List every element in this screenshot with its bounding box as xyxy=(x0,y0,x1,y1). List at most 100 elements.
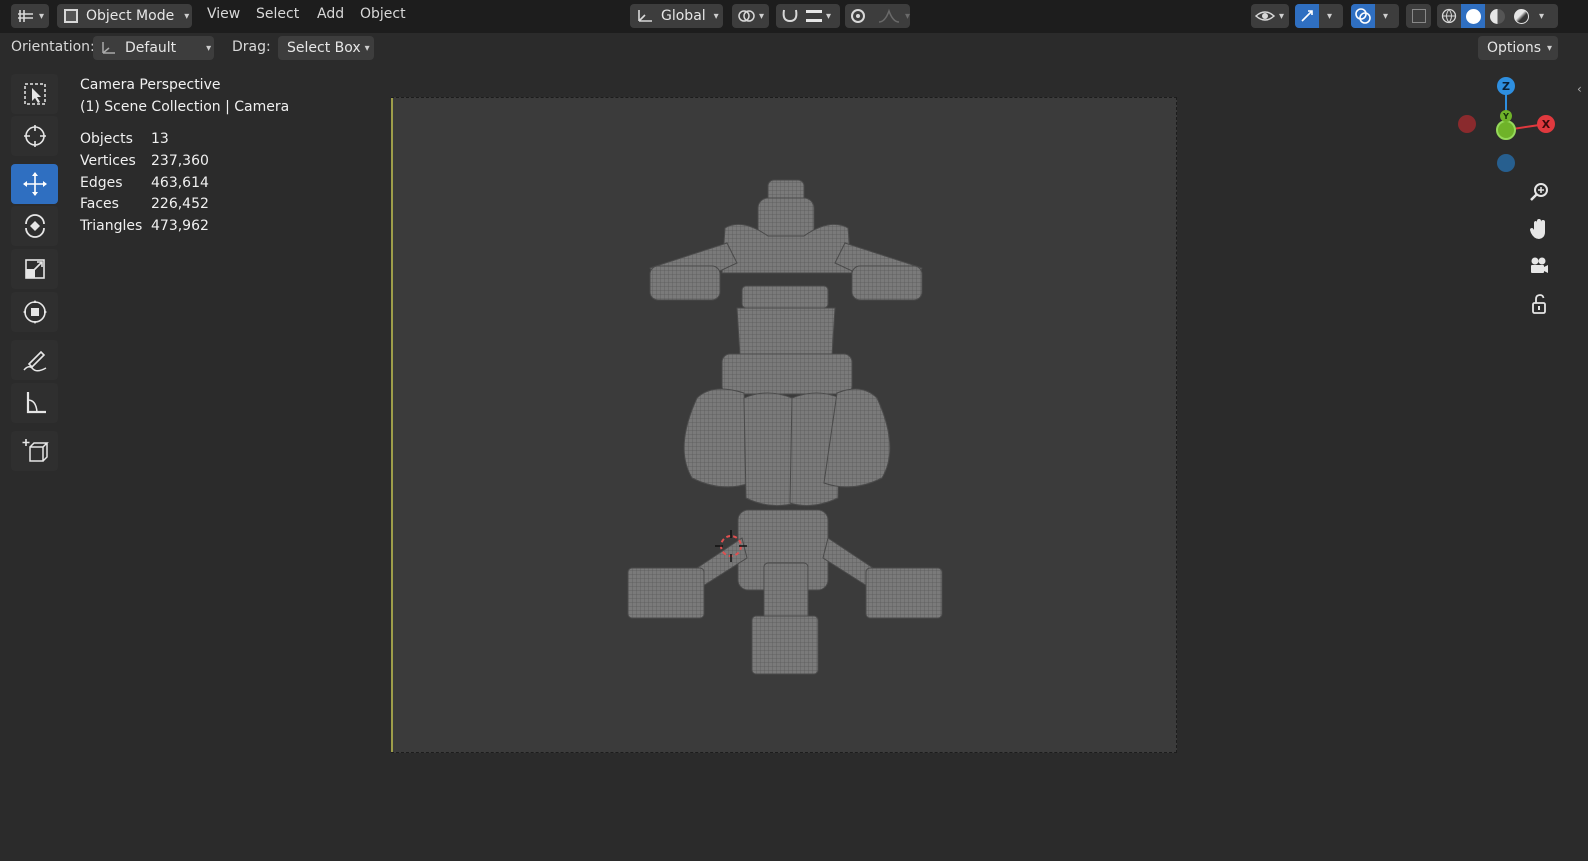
lock-camera-button[interactable] xyxy=(1523,288,1555,320)
drag-field-label: Drag: xyxy=(232,39,271,55)
hand-icon xyxy=(1530,219,1545,239)
object-mode-icon xyxy=(64,9,78,23)
chevron-down-icon[interactable]: ▾ xyxy=(1539,11,1544,22)
stat-label: Vertices xyxy=(80,152,136,169)
lock-icon xyxy=(1532,294,1546,314)
menu-object[interactable]: Object xyxy=(360,6,406,22)
orientation-value: Default xyxy=(125,40,177,56)
snap-target-icon[interactable] xyxy=(806,10,822,22)
shading-mode-group: ▾ xyxy=(1437,4,1558,28)
chevron-down-icon: ▾ xyxy=(1547,42,1553,54)
gizmo-toggle-icon[interactable] xyxy=(1295,4,1319,28)
chevron-down-icon[interactable]: ▾ xyxy=(905,11,910,22)
scale-icon xyxy=(24,259,45,279)
stat-value: 226,452 xyxy=(151,196,209,213)
rendered-shading-icon[interactable] xyxy=(1509,4,1533,28)
chevron-down-icon[interactable]: ▾ xyxy=(1327,11,1332,22)
options-dropdown[interactable]: Options ▾ xyxy=(1478,36,1558,60)
proportional-editing-group: ▾ xyxy=(845,4,910,28)
viewport-header: ▾ Object Mode ▾ View Select Add Object G… xyxy=(0,0,1588,33)
y-axis-label: Y xyxy=(1502,112,1509,121)
stat-value: 237,360 xyxy=(151,152,209,169)
solid-shading-icon[interactable] xyxy=(1461,4,1485,28)
robot-model[interactable] xyxy=(392,98,1178,754)
chevron-down-icon: ▾ xyxy=(713,10,719,22)
mode-selector[interactable]: Object Mode ▾ xyxy=(57,4,192,28)
snapping-group: ▾ xyxy=(776,4,840,28)
zoom-icon xyxy=(1530,183,1548,201)
mode-label: Object Mode xyxy=(86,8,175,24)
stat-label: Edges xyxy=(80,174,123,191)
eye-icon xyxy=(1255,11,1275,21)
chevron-down-icon[interactable]: ▾ xyxy=(1383,11,1388,22)
xray-toggle[interactable] xyxy=(1406,4,1431,28)
editor-type-button[interactable]: ▾ xyxy=(11,4,49,28)
pivot-icon xyxy=(738,10,755,22)
stat-value: 463,614 xyxy=(151,174,209,191)
proportional-editing-icon[interactable] xyxy=(851,9,865,23)
navigation-gizmo[interactable]: Z Y X xyxy=(1450,72,1560,182)
x-axis-label: X xyxy=(1542,118,1551,131)
stat-value: 473,962 xyxy=(151,218,209,235)
stat-value: 13 xyxy=(151,131,169,147)
transform-orientation-selector[interactable]: Global ▾ xyxy=(630,4,723,28)
orientation-axes-icon xyxy=(102,42,115,54)
chevron-down-icon: ▾ xyxy=(1279,10,1285,22)
zoom-button[interactable] xyxy=(1523,176,1555,208)
pencil-icon xyxy=(22,350,46,372)
camera-frame[interactable] xyxy=(391,97,1177,753)
chevron-down-icon: ▾ xyxy=(759,10,765,22)
editor-type-icon xyxy=(18,10,33,22)
select-box-tool[interactable] xyxy=(11,74,58,114)
cursor-icon xyxy=(23,125,46,147)
view-name: Camera Perspective xyxy=(80,77,221,93)
xray-icon xyxy=(1411,9,1426,23)
tool-settings-bar: Orientation: Default ▾ Drag: Select Box … xyxy=(0,33,1588,64)
menu-add[interactable]: Add xyxy=(317,6,344,22)
stat-row: Vertices 237,360 xyxy=(80,151,209,173)
chevron-down-icon[interactable]: ▾ xyxy=(826,11,831,22)
sidebar-toggle-icon[interactable]: ‹ xyxy=(1577,82,1582,96)
add-cube-icon xyxy=(22,439,49,462)
menu-view[interactable]: View xyxy=(207,6,240,22)
select-box-icon xyxy=(23,83,46,105)
stat-row: Triangles 473,962 xyxy=(80,216,209,238)
orientation-dropdown[interactable]: Default ▾ xyxy=(93,36,214,60)
visibility-selector[interactable]: ▾ xyxy=(1251,4,1289,28)
rotate-icon xyxy=(24,214,45,238)
chevron-down-icon: ▾ xyxy=(364,42,370,54)
camera-view-button[interactable] xyxy=(1523,250,1555,282)
rotate-tool[interactable] xyxy=(11,206,58,246)
collection-path: (1) Scene Collection | Camera xyxy=(80,99,290,115)
orientation-axes-icon xyxy=(638,10,652,22)
options-label: Options xyxy=(1487,40,1542,56)
wireframe-shading-icon[interactable] xyxy=(1437,4,1461,28)
add-cube-tool[interactable] xyxy=(11,431,58,471)
camera-icon xyxy=(1531,257,1548,273)
menu-select[interactable]: Select xyxy=(256,6,299,22)
neg-y-axis-handle[interactable] xyxy=(1496,120,1516,140)
drag-value: Select Box xyxy=(287,40,361,56)
z-axis-label: Z xyxy=(1502,80,1510,93)
drag-dropdown[interactable]: Select Box ▾ xyxy=(278,36,374,60)
pivot-point-selector[interactable]: ▾ xyxy=(732,4,769,28)
transform-icon xyxy=(22,300,47,324)
neg-z-axis-handle[interactable] xyxy=(1497,154,1515,172)
chevron-down-icon: ▾ xyxy=(206,42,212,54)
move-tool[interactable] xyxy=(11,164,58,204)
measure-tool[interactable] xyxy=(11,383,58,423)
overlays-icon[interactable] xyxy=(1351,4,1375,28)
scale-tool[interactable] xyxy=(11,249,58,289)
overlays-toggle-group: ▾ xyxy=(1351,4,1399,28)
material-shading-icon[interactable] xyxy=(1485,4,1509,28)
ruler-icon xyxy=(26,392,46,414)
annotate-tool[interactable] xyxy=(11,340,58,380)
cursor-tool[interactable] xyxy=(11,116,58,156)
orientation-field-label: Orientation: xyxy=(11,39,95,55)
neg-x-axis-handle[interactable] xyxy=(1458,115,1476,133)
magnet-icon[interactable] xyxy=(780,7,800,25)
transform-tool[interactable] xyxy=(11,292,58,332)
falloff-curve-icon[interactable] xyxy=(877,8,901,24)
stat-row: Edges 463,614 xyxy=(80,173,209,195)
pan-button[interactable] xyxy=(1523,213,1555,245)
